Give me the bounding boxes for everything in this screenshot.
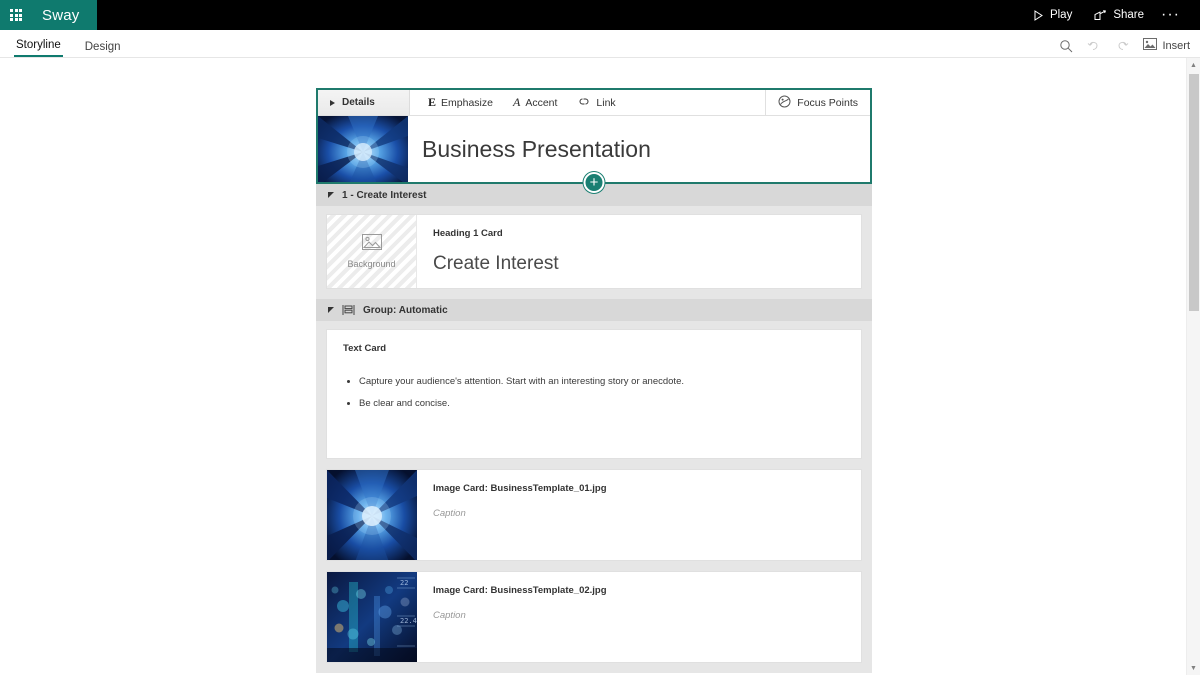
app-launcher-button[interactable]	[0, 0, 32, 30]
ribbon-bar: Storyline Design Insert	[0, 30, 1200, 58]
link-label: Link	[596, 96, 616, 109]
more-options-button[interactable]: ···	[1155, 0, 1192, 30]
svg-text:22.4: 22.4	[400, 617, 417, 625]
section-create-interest: 1 - Create Interest Background Heading 1…	[316, 184, 872, 299]
title-card-toolbar: Details E Emphasize A Accent Link Focus …	[318, 90, 870, 116]
title-card-tools: E Emphasize A Accent Link	[410, 95, 616, 110]
tab-design[interactable]: Design	[83, 41, 123, 58]
image-card-01[interactable]: Image Card: BusinessTemplate_01.jpg Capt…	[326, 469, 862, 561]
section-title: Group: Automatic	[363, 304, 448, 316]
ellipsis-icon: ···	[1161, 6, 1180, 23]
accent-button[interactable]: A Accent	[513, 95, 557, 110]
title-background-thumbnail[interactable]	[318, 116, 408, 182]
app-launcher-icon	[10, 9, 22, 21]
search-icon[interactable]	[1059, 39, 1073, 53]
link-button[interactable]: Link	[577, 96, 616, 109]
emphasize-icon: E	[428, 95, 437, 109]
caption-field[interactable]: Caption	[433, 508, 845, 519]
share-button[interactable]: Share	[1083, 0, 1155, 30]
business-template-02-thumbnail[interactable]: 22 22.4	[327, 572, 417, 662]
undo-arrow-icon[interactable]	[1087, 39, 1101, 53]
ribbon-tabs: Storyline Design	[0, 29, 123, 57]
accent-icon: A	[512, 95, 521, 109]
section-group-automatic: Group: Automatic Text Card Capture your …	[316, 299, 872, 673]
share-label: Share	[1113, 9, 1145, 21]
card-type-label: Image Card: BusinessTemplate_01.jpg	[433, 483, 607, 494]
expand-triangle-icon	[330, 99, 335, 106]
insert-button[interactable]: Insert	[1143, 38, 1190, 53]
svg-text:22: 22	[400, 579, 408, 587]
sway-title[interactable]: Business Presentation	[408, 116, 870, 182]
redo-arrow-icon[interactable]	[1115, 39, 1129, 53]
brand-sway[interactable]: Sway	[32, 0, 98, 30]
tab-storyline[interactable]: Storyline	[14, 39, 63, 57]
details-button[interactable]: Details	[318, 90, 410, 115]
image-placeholder-icon	[361, 234, 382, 252]
text-card[interactable]: Text Card Capture your audience's attent…	[326, 329, 862, 459]
focus-points-icon	[778, 95, 791, 111]
bullet-list[interactable]: Capture your audience's attention. Start…	[343, 376, 845, 411]
background-placeholder[interactable]: Background	[327, 215, 417, 288]
insert-label: Insert	[1162, 39, 1190, 52]
section-header-group-automatic[interactable]: Group: Automatic	[316, 299, 872, 321]
focus-points-label: Focus Points	[797, 96, 858, 109]
business-template-01-thumbnail[interactable]	[327, 470, 417, 560]
list-item[interactable]: Capture your audience's attention. Start…	[359, 376, 845, 388]
title-card[interactable]: Details E Emphasize A Accent Link Focus …	[316, 88, 872, 193]
group-stack-icon	[342, 304, 355, 316]
image-card-01-content: Image Card: BusinessTemplate_01.jpg Capt…	[417, 470, 861, 560]
text-card-content: Text Card Capture your audience's attent…	[327, 330, 861, 458]
card-type-label: Image Card: BusinessTemplate_02.jpg	[433, 585, 607, 596]
scrollbar-thumb[interactable]	[1189, 74, 1199, 311]
top-bar-actions: Play Share ···	[1022, 0, 1192, 30]
card-type-label: Text Card	[343, 343, 387, 354]
details-label: Details	[342, 97, 375, 108]
top-app-bar: Sway Play Share ···	[0, 0, 1200, 30]
image-card-02[interactable]: 22 22.4 Image Card: BusinessTemplate_02.…	[326, 571, 862, 663]
cards-column: Details E Emphasize A Accent Link Focus …	[316, 58, 872, 673]
scroll-down-arrow-icon[interactable]: ▼	[1187, 661, 1200, 675]
heading-card-content: Heading 1 Card Create Interest	[417, 215, 861, 288]
link-chain-icon	[577, 97, 591, 109]
list-item[interactable]: Be clear and concise.	[359, 398, 845, 410]
storyline-canvas: Details E Emphasize A Accent Link Focus …	[0, 58, 1200, 675]
background-placeholder-label: Background	[347, 259, 396, 269]
heading-text[interactable]: Create Interest	[433, 253, 845, 275]
collapse-triangle-icon	[328, 192, 334, 198]
play-label: Play	[1049, 9, 1073, 21]
insert-image-icon	[1143, 38, 1158, 53]
card-type-label: Heading 1 Card	[433, 228, 503, 239]
emphasize-button[interactable]: E Emphasize	[428, 95, 493, 110]
add-card-icon[interactable]: +	[583, 172, 605, 193]
section-body-create-interest: Background Heading 1 Card Create Interes…	[316, 206, 872, 299]
emphasize-label: Emphasize	[441, 96, 493, 109]
section-title: 1 - Create Interest	[342, 189, 427, 201]
ribbon-actions: Insert	[1059, 38, 1190, 53]
caption-field[interactable]: Caption	[433, 610, 845, 621]
play-button[interactable]: Play	[1022, 0, 1083, 30]
heading-card[interactable]: Background Heading 1 Card Create Interes…	[326, 214, 862, 289]
storyline-stage: Details E Emphasize A Accent Link Focus …	[0, 58, 1188, 673]
scroll-up-arrow-icon[interactable]: ▲	[1187, 58, 1200, 72]
image-card-02-content: Image Card: BusinessTemplate_02.jpg Capt…	[417, 572, 861, 662]
accent-label: Accent	[525, 96, 558, 109]
section-body-group-automatic: Text Card Capture your audience's attent…	[316, 321, 872, 673]
play-triangle-icon	[1033, 9, 1044, 21]
collapse-triangle-icon	[328, 307, 334, 313]
share-arrow-icon	[1094, 9, 1107, 21]
focus-points-button[interactable]: Focus Points	[765, 90, 870, 115]
vertical-scrollbar[interactable]: ▲ ▼	[1186, 58, 1200, 675]
